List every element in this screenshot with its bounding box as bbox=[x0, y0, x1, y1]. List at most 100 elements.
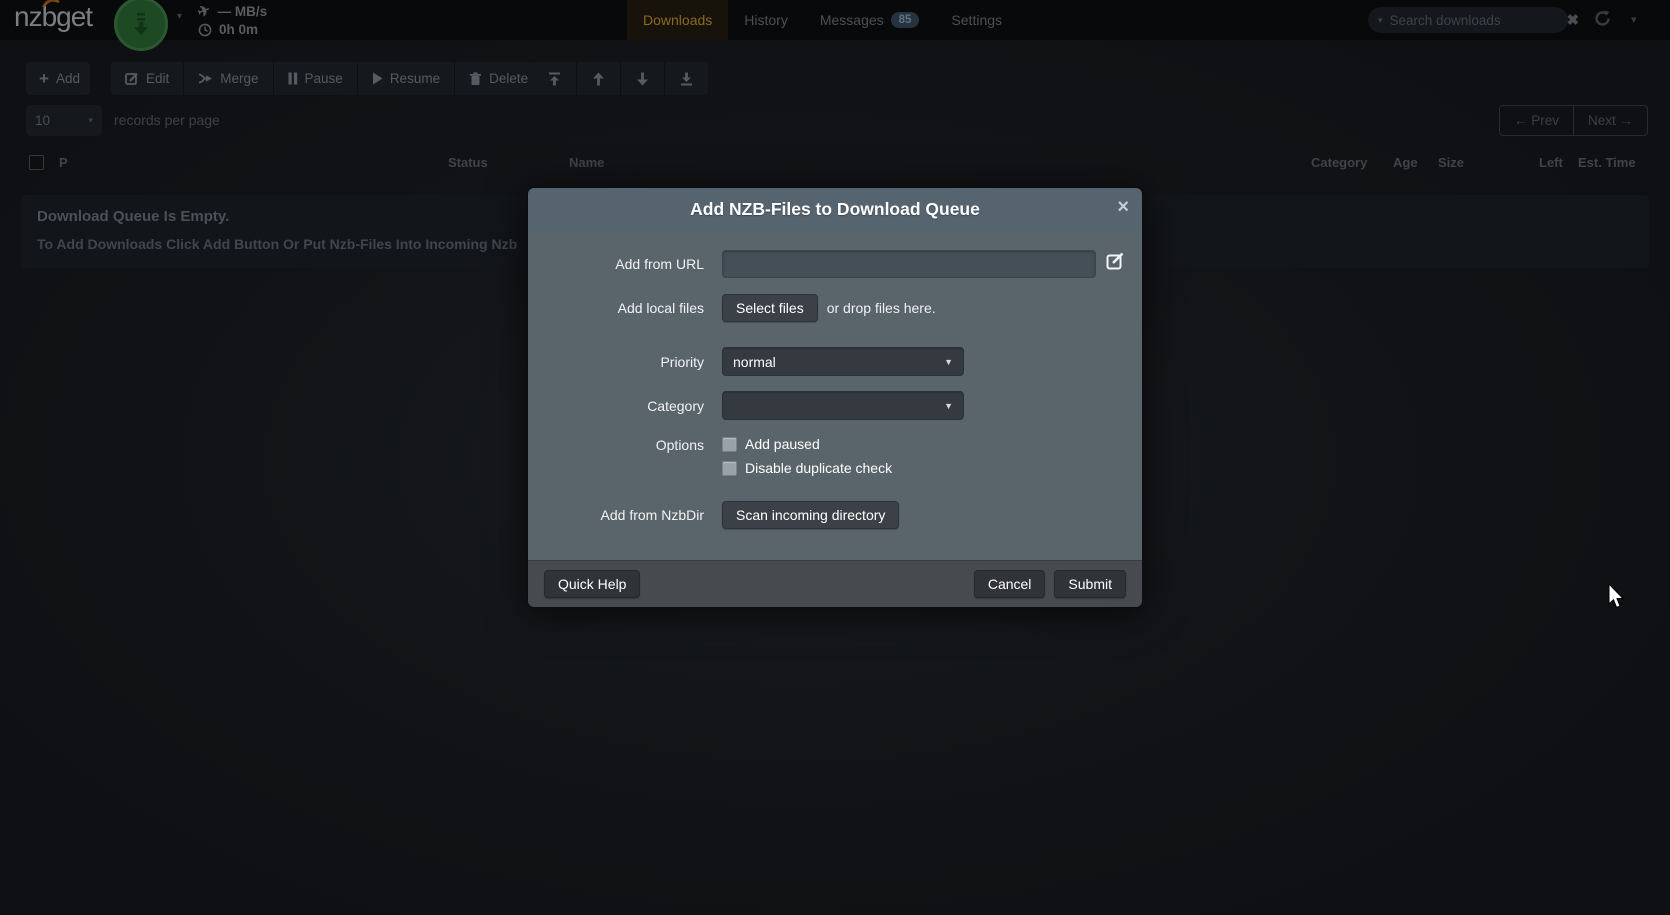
main-nav: Downloads History Messages85 Settings bbox=[627, 0, 1018, 40]
refresh-icon[interactable] bbox=[1593, 9, 1612, 33]
move-down-button[interactable] bbox=[621, 62, 665, 95]
nzbget-logo: nzbget bbox=[14, 1, 92, 33]
cancel-button[interactable]: Cancel bbox=[974, 570, 1046, 598]
search-input[interactable] bbox=[1390, 13, 1567, 28]
tab-downloads[interactable]: Downloads bbox=[627, 0, 728, 40]
plus-icon: + bbox=[39, 70, 49, 87]
column-header-category[interactable]: Category bbox=[1311, 155, 1367, 170]
records-per-page-label: records per page bbox=[114, 112, 220, 128]
tab-messages[interactable]: Messages85 bbox=[804, 0, 936, 40]
play-icon bbox=[372, 72, 383, 85]
wifi-arc-icon bbox=[40, 0, 62, 9]
drop-files-hint: or drop files here. bbox=[827, 300, 936, 316]
column-header-left[interactable]: Left bbox=[1539, 155, 1563, 170]
search-scope-caret-icon[interactable]: ▾ bbox=[1378, 15, 1383, 26]
priority-select[interactable]: normal ▼ bbox=[722, 347, 964, 376]
column-header-size[interactable]: Size bbox=[1438, 155, 1464, 170]
nzbget-app: nzbget ▾ ✈ — MB/s 0h 0m Downloads History… bbox=[0, 0, 1670, 915]
priority-row: Priority normal ▼ bbox=[528, 347, 1142, 376]
pause-icon bbox=[288, 72, 298, 85]
modal-footer: Quick Help Cancel Submit bbox=[528, 560, 1142, 607]
disable-dupe-option[interactable]: Disable duplicate check bbox=[722, 460, 1142, 476]
select-files-button[interactable]: Select files bbox=[722, 294, 818, 322]
pause-button[interactable]: Pause bbox=[274, 62, 358, 95]
chevron-down-icon: ▾ bbox=[88, 115, 93, 126]
column-header-priority[interactable]: P bbox=[59, 155, 68, 170]
download-queue-button[interactable] bbox=[114, 0, 168, 51]
scan-incoming-button[interactable]: Scan incoming directory bbox=[722, 501, 899, 529]
chevron-down-icon: ▼ bbox=[944, 401, 953, 411]
category-row: Category ▼ bbox=[528, 391, 1142, 420]
arrow-to-top-icon bbox=[548, 72, 561, 86]
clock-icon bbox=[198, 23, 212, 37]
delete-button[interactable]: Delete bbox=[455, 62, 542, 95]
select-all-checkbox[interactable] bbox=[29, 155, 44, 170]
resume-button[interactable]: Resume bbox=[358, 62, 455, 95]
merge-button[interactable]: Merge bbox=[184, 62, 273, 95]
queue-toolbar: +Add Edit Merge Pause Resume Delete bbox=[0, 62, 1670, 95]
nzbdir-row: Add from NzbDir Scan incoming directory bbox=[528, 501, 1142, 529]
edit-icon bbox=[125, 72, 139, 86]
disable-dupe-checkbox[interactable] bbox=[722, 461, 737, 476]
local-files-label: Add local files bbox=[528, 300, 704, 316]
close-icon[interactable]: × bbox=[1117, 197, 1129, 217]
queue-actions-group: Edit Merge Pause Resume Delete bbox=[111, 62, 542, 95]
download-arrow-icon bbox=[130, 11, 152, 37]
url-field-label: Add from URL bbox=[528, 256, 704, 272]
category-label: Category bbox=[528, 398, 704, 414]
modal-title: Add NZB-Files to Download Queue bbox=[690, 199, 980, 220]
tab-settings[interactable]: Settings bbox=[935, 0, 1018, 40]
prev-page-button[interactable]: ← Prev bbox=[1500, 106, 1574, 135]
arrow-up-icon bbox=[592, 72, 605, 86]
modal-body: Add from URL Add local files Select file… bbox=[528, 230, 1142, 560]
speed-value: — MB/s bbox=[218, 3, 268, 21]
search-box[interactable]: ▾ ✖ bbox=[1368, 7, 1568, 33]
add-paused-checkbox[interactable] bbox=[722, 437, 737, 452]
nzbdir-label: Add from NzbDir bbox=[528, 507, 704, 523]
move-top-button[interactable] bbox=[533, 62, 577, 95]
add-local-files-row: Add local files Select files or drop fil… bbox=[528, 294, 1142, 322]
options-label: Options bbox=[528, 436, 704, 453]
arrow-down-icon bbox=[636, 72, 649, 86]
trash-icon bbox=[469, 72, 482, 86]
chevron-down-icon[interactable]: ▾ bbox=[177, 11, 182, 22]
search-clear-icon[interactable]: ✖ bbox=[1567, 11, 1580, 29]
merge-icon bbox=[198, 72, 213, 85]
edit-button[interactable]: Edit bbox=[111, 62, 184, 95]
chevron-down-icon: ▼ bbox=[944, 357, 953, 367]
move-up-button[interactable] bbox=[577, 62, 621, 95]
submit-button[interactable]: Submit bbox=[1054, 570, 1126, 598]
quick-help-button[interactable]: Quick Help bbox=[544, 570, 640, 598]
move-buttons-group bbox=[533, 62, 708, 95]
refresh-interval-caret-icon[interactable]: ▾ bbox=[1631, 13, 1637, 26]
add-nzb-modal: Add NZB-Files to Download Queue × Add fr… bbox=[527, 187, 1143, 608]
top-navigation-bar: nzbget ▾ ✈ — MB/s 0h 0m Downloads History… bbox=[0, 0, 1670, 40]
column-header-status[interactable]: Status bbox=[448, 155, 488, 170]
mouse-cursor bbox=[1608, 584, 1626, 615]
add-paused-label: Add paused bbox=[745, 436, 820, 452]
logo-text: nz bbox=[14, 1, 42, 32]
column-header-age[interactable]: Age bbox=[1393, 155, 1418, 170]
column-header-name[interactable]: Name bbox=[569, 155, 604, 170]
page-size-select[interactable]: 10 ▾ bbox=[26, 105, 102, 136]
column-header-est-time[interactable]: Est. Time bbox=[1578, 155, 1636, 170]
category-select[interactable]: ▼ bbox=[722, 391, 964, 420]
edit-url-icon[interactable] bbox=[1106, 252, 1125, 276]
disable-dupe-label: Disable duplicate check bbox=[745, 460, 892, 476]
options-row: Options Add paused Disable duplicate che… bbox=[528, 436, 1142, 476]
arrow-to-bottom-icon bbox=[680, 72, 693, 86]
status-indicators: ✈ — MB/s 0h 0m bbox=[198, 3, 267, 39]
time-value: 0h 0m bbox=[219, 21, 258, 39]
next-page-button[interactable]: Next → bbox=[1574, 106, 1647, 135]
move-bottom-button[interactable] bbox=[665, 62, 708, 95]
url-input[interactable] bbox=[722, 250, 1096, 278]
priority-label: Priority bbox=[528, 354, 704, 370]
plane-icon: ✈ bbox=[195, 1, 213, 22]
add-from-url-row: Add from URL bbox=[528, 250, 1142, 278]
add-button[interactable]: +Add bbox=[26, 62, 90, 95]
messages-count-badge: 85 bbox=[891, 12, 920, 28]
tab-history[interactable]: History bbox=[728, 0, 804, 40]
add-paused-option[interactable]: Add paused bbox=[722, 436, 1142, 452]
modal-header: Add NZB-Files to Download Queue × bbox=[528, 188, 1142, 230]
pagination-controls: ← Prev Next → bbox=[1499, 105, 1648, 136]
